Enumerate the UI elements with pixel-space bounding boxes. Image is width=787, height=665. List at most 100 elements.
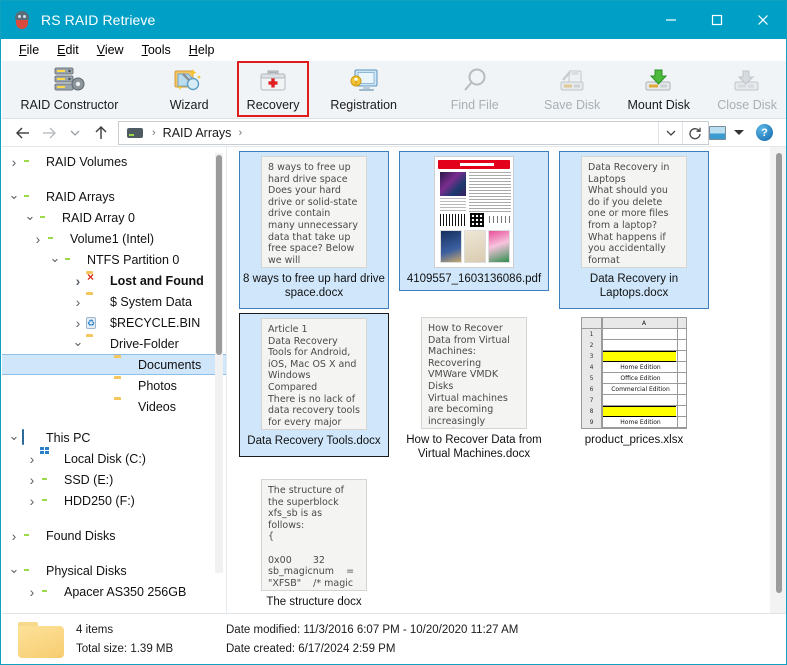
chevron-right-icon[interactable]: › — [70, 315, 86, 331]
folder-icon — [86, 294, 104, 310]
tree-item-photos[interactable]: ❯ Photos — [2, 375, 226, 396]
file-tile[interactable]: The structure of the superblock xfs_sb i… — [239, 475, 389, 613]
save-disk-icon — [555, 64, 589, 98]
toolbar-label: Save Disk — [543, 98, 601, 112]
recovery-kit-icon — [256, 64, 290, 98]
maximize-button[interactable] — [694, 1, 740, 39]
file-tile[interactable]: Article 1 Data Recovery Tools for Androi… — [239, 313, 389, 457]
drive-icon — [22, 563, 40, 579]
tree-scrollbar-thumb[interactable] — [216, 155, 222, 355]
view-chevron-down-icon[interactable] — [734, 130, 744, 135]
menu-view[interactable]: View — [88, 41, 133, 59]
toolbar-button-save-disk[interactable]: Save Disk — [534, 61, 610, 117]
toolbar-button-recovery[interactable]: Recovery — [236, 61, 310, 117]
chevron-down-icon[interactable]: ⌄ — [6, 562, 22, 579]
spreadsheet-column-header: A — [602, 318, 686, 329]
tree-item-volume1-intel[interactable]: › Volume1 (Intel) — [2, 228, 226, 249]
toolbar-label: Mount Disk — [627, 98, 691, 112]
tree-item-hdd250-f[interactable]: › HDD250 (F:) — [2, 490, 226, 511]
file-tile[interactable]: A 1 2 3 4 Home Edition 5 Office Edition 6 C… — [559, 313, 709, 457]
chevron-down-icon[interactable]: ⌄ — [6, 429, 22, 446]
tree-item-drive-folder[interactable]: ⌄ Drive-Folder — [2, 333, 226, 354]
chevron-right-icon[interactable]: › — [70, 273, 86, 289]
address-dropdown-icon[interactable] — [658, 121, 682, 144]
spreadsheet-row-num: 8 — [582, 406, 602, 417]
chevron-right-icon[interactable]: › — [30, 231, 46, 247]
file-tile[interactable]: Data Recovery in Laptops What should you… — [559, 151, 709, 309]
tree-item-label: NTFS Partition 0 — [87, 252, 180, 267]
status-bar: 4 items Total size: 1.39 MB Date modifie… — [2, 613, 786, 664]
address-bar[interactable]: › RAID Arrays › — [118, 120, 709, 145]
thumbnails-icon[interactable] — [709, 125, 726, 140]
title-bar: RS RAID Retrieve — [1, 1, 786, 39]
chevron-down-icon[interactable]: ⌄ — [6, 188, 22, 205]
chevron-right-icon[interactable]: › — [24, 472, 40, 488]
tree-item-recycle-bin[interactable]: › ♻ $RECYCLE.BIN — [2, 312, 226, 333]
tree-item-label: HDD250 (F:) — [64, 493, 135, 508]
tree-item-this-pc[interactable]: ⌄ This PC — [2, 427, 226, 448]
menu-help[interactable]: Help — [180, 41, 224, 59]
chevron-right-icon[interactable]: › — [6, 528, 22, 544]
refresh-icon[interactable] — [682, 121, 706, 144]
toolbar-button-close-disk[interactable]: Close Disk — [707, 61, 786, 117]
menu-tools[interactable]: Tools — [133, 41, 180, 59]
file-list-pane[interactable]: 8 ways to free up hard drive space Does … — [227, 147, 786, 613]
tree-item-ssd-e[interactable]: › SSD (E:) — [2, 469, 226, 490]
folder-tree[interactable]: › RAID Volumes ⌄ RAID Arrays ⌄ RAID Arra… — [2, 147, 227, 613]
folder-icon — [114, 399, 132, 415]
up-arrow-icon[interactable] — [88, 120, 114, 146]
tree-item-physical-disks[interactable]: ⌄ Physical Disks — [2, 560, 226, 581]
breadcrumb-raid-arrays[interactable]: RAID Arrays — [161, 126, 234, 140]
chevron-right-icon[interactable]: › — [24, 584, 40, 600]
tree-item-raid-arrays[interactable]: ⌄ RAID Arrays — [2, 186, 226, 207]
tree-item-local-disk-c[interactable]: › Local Disk (C:) — [2, 448, 226, 469]
file-name: Data Recovery Tools.docx — [247, 435, 381, 447]
close-button[interactable] — [740, 1, 786, 39]
file-name: product_prices.xlsx — [584, 434, 684, 446]
toolbar-button-mount-disk[interactable]: Mount Disk — [618, 61, 701, 117]
tree-item-label: Documents — [138, 357, 202, 372]
tree-item-found-disks[interactable]: › Found Disks — [2, 525, 226, 546]
back-arrow-icon[interactable] — [10, 120, 36, 146]
file-pane-scrollbar-thumb[interactable] — [776, 153, 782, 593]
toolbar-button-wizard[interactable]: Wizard — [160, 61, 219, 117]
tree-item-documents[interactable]: ❯ Documents — [2, 354, 226, 375]
toolbar-button-find-file[interactable]: Find File — [441, 61, 509, 117]
tree-item-system-data[interactable]: › $ System Data — [2, 291, 226, 312]
chevron-right-icon[interactable]: › — [24, 451, 40, 467]
menu-file[interactable]: File — [10, 41, 48, 59]
tree-item-raid-volumes[interactable]: › RAID Volumes — [2, 151, 226, 172]
tree-item-ntfs-partition-0[interactable]: ⌄ NTFS Partition 0 — [2, 249, 226, 270]
magnifier-icon — [458, 64, 492, 98]
tree-item-lost-and-found[interactable]: › Lost and Found — [2, 270, 226, 291]
toolbar-label: Wizard — [169, 98, 209, 112]
toolbar-button-raid-constructor[interactable]: RAID Constructor — [10, 61, 128, 117]
tree-item-videos[interactable]: ❯ Videos — [2, 396, 226, 417]
forward-arrow-icon[interactable] — [36, 120, 62, 146]
chevron-right-icon[interactable]: › — [70, 294, 86, 310]
file-tile[interactable]: 4109557_1603136086.pdf — [399, 151, 549, 291]
chevron-down-icon[interactable]: ⌄ — [47, 251, 63, 268]
registration-key-icon — [347, 64, 381, 98]
minimize-button[interactable] — [648, 1, 694, 39]
windows-disk-icon — [40, 451, 58, 467]
spreadsheet-row-num: 9 — [582, 417, 602, 428]
tree-item-apacer-as350[interactable]: › Apacer AS350 256GB — [2, 581, 226, 602]
close-disk-icon — [730, 64, 764, 98]
breadcrumb-separator-end[interactable]: › — [233, 127, 247, 139]
toolbar-button-registration[interactable]: Registration — [320, 61, 407, 117]
chevron-right-icon[interactable]: › — [6, 154, 22, 170]
chevron-right-icon[interactable]: › — [24, 493, 40, 509]
menu-edit[interactable]: Edit — [48, 41, 88, 59]
toolbar-label: Recovery — [246, 98, 300, 112]
history-chevron-down-icon[interactable] — [62, 120, 88, 146]
chevron-down-icon[interactable]: ⌄ — [22, 209, 38, 226]
file-pane-scrollbar-track[interactable] — [770, 147, 786, 613]
file-tile[interactable]: 8 ways to free up hard drive space Does … — [239, 151, 389, 309]
help-icon[interactable]: ? — [756, 124, 773, 141]
spreadsheet-row-num: 2 — [582, 340, 602, 351]
file-tile[interactable]: How to Recover Data from Virtual Machine… — [399, 313, 549, 471]
tree-item-label: Photos — [138, 378, 177, 393]
tree-item-raid-array-0[interactable]: ⌄ RAID Array 0 — [2, 207, 226, 228]
chevron-down-icon[interactable]: ⌄ — [70, 335, 86, 352]
